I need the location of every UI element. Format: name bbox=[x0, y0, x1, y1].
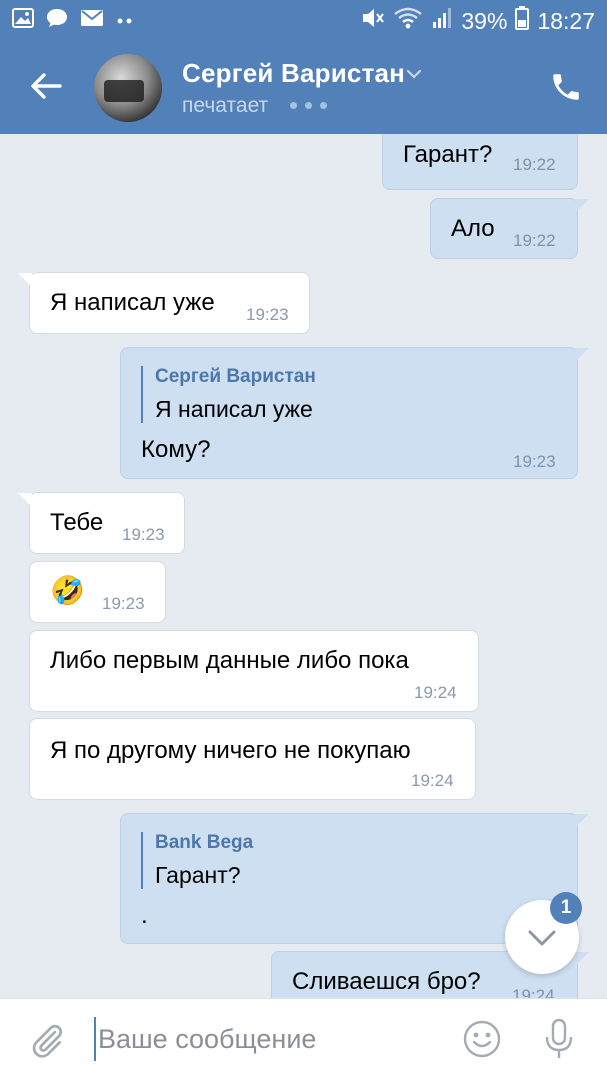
message-time: 19:22 bbox=[513, 231, 556, 250]
rofl-emoji-icon: 🤣 bbox=[50, 575, 85, 606]
voice-message-button[interactable] bbox=[542, 1017, 576, 1061]
chevron-down-icon[interactable] bbox=[404, 64, 424, 84]
avatar[interactable] bbox=[94, 54, 162, 122]
message-outgoing[interactable]: Гарант? 19:22 bbox=[382, 134, 578, 190]
gallery-icon bbox=[12, 8, 34, 33]
message-outgoing[interactable]: Ало 19:22 bbox=[430, 198, 589, 259]
notification-icons bbox=[12, 8, 134, 33]
microphone-icon bbox=[545, 1018, 573, 1058]
message-time: 19:23 bbox=[122, 525, 165, 544]
message-text: Кому? bbox=[141, 436, 211, 463]
typing-dots bbox=[290, 102, 327, 109]
more-icon bbox=[116, 12, 134, 30]
attach-button[interactable] bbox=[28, 1021, 66, 1059]
arrow-left-icon bbox=[31, 73, 62, 99]
message-incoming[interactable]: Либо первым данные либо пока 19:24 bbox=[29, 630, 479, 712]
paperclip-icon bbox=[32, 1024, 63, 1058]
chat-icon bbox=[46, 8, 68, 33]
back-button[interactable] bbox=[26, 66, 66, 106]
message-incoming[interactable]: Тебе 19:23 bbox=[18, 492, 185, 554]
message-text: . bbox=[141, 902, 148, 929]
bubble-tail bbox=[18, 273, 32, 286]
quoted-author: Bank Bega bbox=[155, 832, 254, 853]
avatar-image bbox=[104, 80, 144, 102]
quoted-author: Сергей Варистан bbox=[155, 366, 316, 387]
top-bar: 39% 18:27 Сергей Варистан печатает bbox=[0, 0, 607, 134]
message-incoming[interactable]: Я по другому ничего не покупаю 19:24 bbox=[29, 718, 476, 800]
mute-icon bbox=[361, 7, 385, 35]
message-text: Сливаешся бро? bbox=[292, 968, 481, 995]
unread-badge: 1 bbox=[550, 892, 582, 924]
system-icons: 39% 18:27 bbox=[361, 6, 595, 36]
signal-icon bbox=[431, 7, 453, 35]
typing-status: печатает bbox=[182, 94, 269, 117]
message-text: Ало bbox=[451, 215, 495, 242]
message-text: Я по другому ничего не покупаю bbox=[50, 737, 411, 764]
message-time: 19:23 bbox=[102, 594, 145, 613]
message-text: Либо первым данные либо пока bbox=[50, 647, 409, 674]
smiley-icon bbox=[463, 1020, 501, 1058]
emoji-button[interactable] bbox=[462, 1019, 502, 1059]
message-input[interactable] bbox=[94, 1017, 434, 1061]
bubble-tail bbox=[575, 348, 589, 361]
phone-icon bbox=[553, 74, 579, 100]
message-time: 19:22 bbox=[513, 155, 556, 174]
mail-icon bbox=[80, 9, 104, 32]
message-incoming[interactable]: 🤣 19:23 bbox=[29, 561, 166, 623]
message-time: 19:24 bbox=[414, 683, 457, 702]
battery-percent: 39% bbox=[461, 7, 508, 34]
app-bar: Сергей Варистан печатает bbox=[0, 40, 607, 134]
quoted-message[interactable]: Bank Bega Гарант? bbox=[141, 832, 253, 889]
wifi-icon bbox=[393, 7, 423, 35]
message-text: Я написал уже bbox=[50, 289, 215, 316]
message-time: 19:23 bbox=[246, 305, 289, 324]
status-bar: 39% 18:27 bbox=[0, 0, 607, 40]
quoted-message[interactable]: Сергей Варистан Я написал уже bbox=[141, 366, 316, 423]
message-list[interactable]: Гарант? 19:22 Ало 19:22 Я написал уже 19… bbox=[0, 134, 607, 998]
contact-name[interactable]: Сергей Варистан bbox=[182, 58, 405, 89]
bubble-tail bbox=[575, 199, 589, 212]
clock: 18:27 bbox=[537, 7, 595, 34]
message-time: 19:23 bbox=[513, 452, 556, 471]
battery-icon bbox=[515, 6, 530, 36]
quoted-text: Гарант? bbox=[155, 862, 241, 888]
message-text: Тебе bbox=[50, 509, 104, 536]
bubble-tail bbox=[575, 814, 589, 827]
message-time: 19:24 bbox=[411, 771, 454, 790]
message-incoming[interactable]: Я написал уже 19:23 bbox=[18, 272, 310, 334]
composer bbox=[0, 998, 607, 1080]
message-text: Гарант? bbox=[403, 141, 493, 168]
bubble-tail bbox=[18, 493, 32, 506]
message-outgoing[interactable]: Сергей Варистан Я написал уже Кому? 19:2… bbox=[120, 347, 589, 479]
message-time: 19:24 bbox=[512, 986, 555, 998]
quoted-text: Я написал уже bbox=[155, 396, 313, 422]
call-button[interactable] bbox=[549, 70, 583, 104]
